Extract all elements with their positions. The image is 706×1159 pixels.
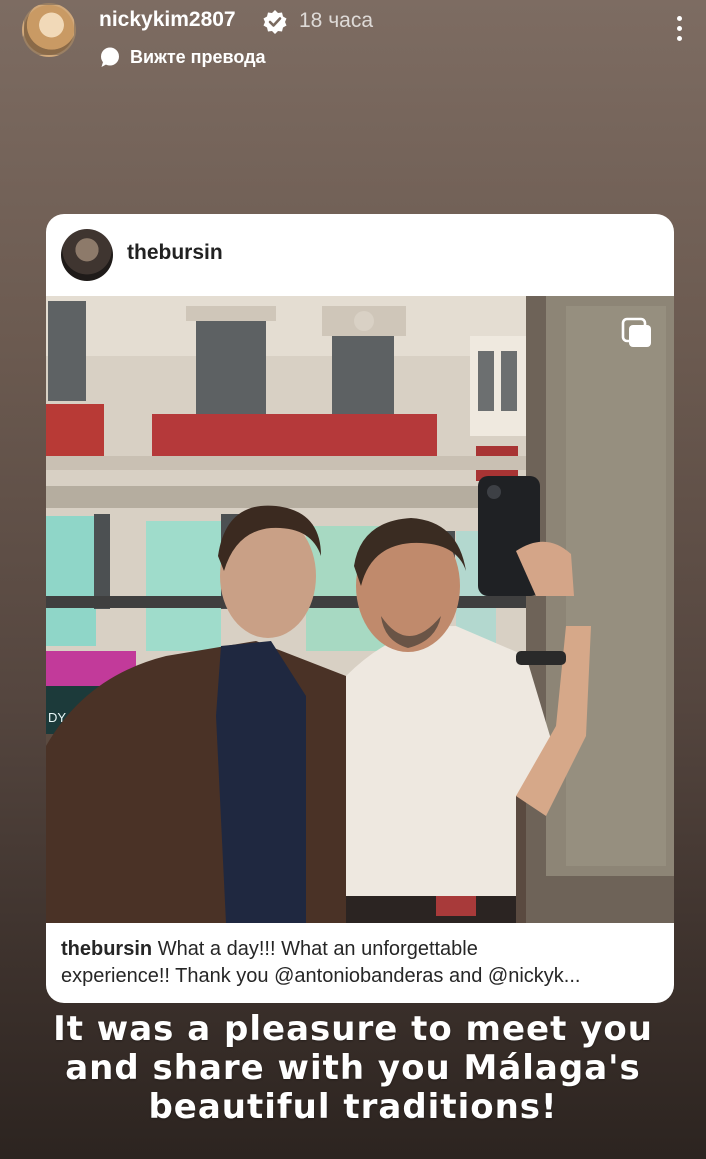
story-text-line1: It was a pleasure to meet you	[53, 1009, 653, 1049]
post-header[interactable]: thebursin	[46, 214, 674, 296]
carousel-icon	[621, 317, 651, 347]
more-options-icon[interactable]	[664, 10, 694, 46]
see-translation-button[interactable]: Вижте превода	[99, 44, 266, 70]
shared-post-card[interactable]: thebursin thebursin What a day!!! What a…	[46, 214, 674, 1003]
see-translation-label: Вижте превода	[130, 46, 266, 67]
verified-badge-icon	[263, 10, 287, 34]
caption-text-line1: What a day!!! What an unforgettable	[157, 938, 478, 960]
story-text-sticker: It was a pleasure to meet you and share …	[40, 1010, 666, 1127]
post-author-avatar[interactable]	[61, 229, 113, 281]
photo-illustration: DY SHOP	[46, 296, 674, 923]
caption-username[interactable]: thebursin	[61, 938, 152, 960]
post-caption: thebursin What a day!!! What an unforget…	[61, 936, 661, 990]
story-text-line3: beautiful traditions!	[148, 1087, 558, 1127]
story-username[interactable]: nickykim2807	[99, 8, 236, 32]
caption-text-line2: experience!! Thank you @antoniobanderas …	[61, 965, 581, 987]
story-timestamp: 18 часа	[299, 9, 373, 32]
story-text-line2: and share with you Málaga's	[65, 1048, 641, 1088]
profile-avatar[interactable]	[22, 3, 76, 57]
speech-bubble-icon	[101, 47, 119, 67]
post-photo[interactable]: DY SHOP	[46, 296, 674, 923]
post-author-username[interactable]: thebursin	[127, 241, 223, 265]
